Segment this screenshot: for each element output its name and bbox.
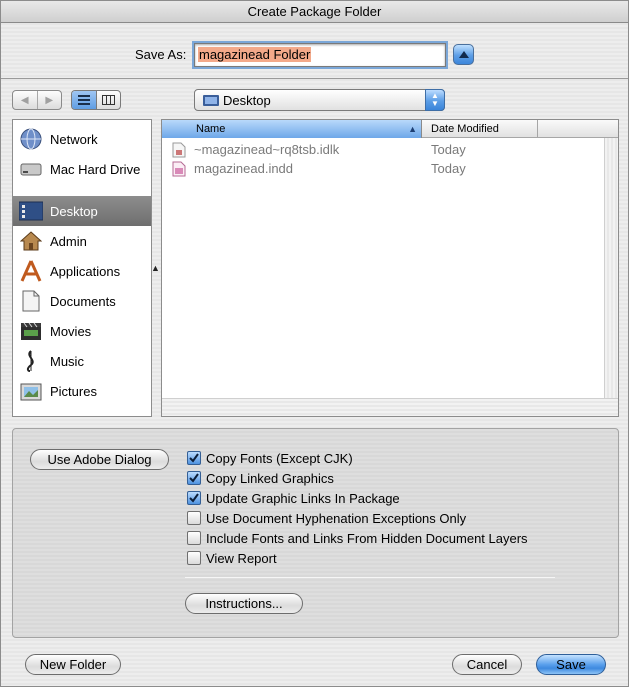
instructions-button[interactable]: Instructions... xyxy=(185,593,303,614)
file-name: magazinead.indd xyxy=(194,161,294,176)
sidebar-item-desktop[interactable]: Desktop xyxy=(13,196,151,226)
cancel-button[interactable]: Cancel xyxy=(452,654,522,675)
save-as-input[interactable]: magazinead Folder xyxy=(194,43,446,67)
sidebar-item-movies[interactable]: Movies xyxy=(13,316,151,346)
collapse-dialog-button[interactable] xyxy=(453,44,474,65)
desktop-folder-icon xyxy=(203,95,219,106)
checkbox-view-report[interactable]: View Report xyxy=(187,549,277,567)
network-globe-icon xyxy=(19,127,43,151)
list-view-button[interactable] xyxy=(72,91,96,109)
column-name-label: Name xyxy=(196,123,226,135)
checkbox-copy-fonts[interactable]: Copy Fonts (Except CJK) xyxy=(187,449,353,467)
sidebar-item-label: Desktop xyxy=(50,203,98,219)
column-view-button[interactable] xyxy=(95,91,121,109)
documents-icon xyxy=(19,289,43,313)
home-icon xyxy=(19,229,43,253)
sidebar-item-music[interactable]: Music xyxy=(13,346,151,376)
options-divider xyxy=(185,577,555,578)
package-options-panel: Use Adobe Dialog Copy Fonts (Except CJK)… xyxy=(12,428,619,638)
checkbox-label: Include Fonts and Links From Hidden Docu… xyxy=(206,530,528,546)
chevron-up-icon xyxy=(458,51,469,58)
sidebar-splitter-handle[interactable]: ▲ xyxy=(151,263,160,273)
checkbox-unchecked-icon xyxy=(187,551,201,565)
list-view-icon xyxy=(77,95,90,105)
column-header-date[interactable]: Date Modified xyxy=(431,120,499,138)
movies-icon xyxy=(19,319,43,343)
checkbox-label: Copy Fonts (Except CJK) xyxy=(206,450,353,466)
checkbox-checked-icon xyxy=(187,471,201,485)
location-label: Desktop xyxy=(223,92,271,108)
save-dialog-window: Create Package Folder Save As: magazinea… xyxy=(0,0,629,687)
new-folder-button[interactable]: New Folder xyxy=(25,654,121,675)
music-icon xyxy=(19,349,43,373)
sidebar: Network Mac Hard Drive Desktop Admin App… xyxy=(12,119,152,417)
sidebar-item-label: Applications xyxy=(50,263,121,279)
hard-drive-icon xyxy=(19,157,43,181)
file-list: Name ▲ Date Modified ~magazinead~rq8tsb.… xyxy=(161,119,619,417)
sidebar-item-label: Movies xyxy=(50,323,92,339)
checkbox-copy-linked-graphics[interactable]: Copy Linked Graphics xyxy=(187,469,334,487)
vertical-scrollbar[interactable] xyxy=(604,138,618,398)
checkbox-label: Use Document Hyphenation Exceptions Only xyxy=(206,510,467,526)
lock-file-icon xyxy=(172,142,186,157)
checkbox-label: Update Graphic Links In Package xyxy=(206,490,400,506)
checkbox-checked-icon xyxy=(187,451,201,465)
forward-button[interactable]: ▶ xyxy=(36,91,62,109)
sidebar-item-label: Network xyxy=(50,131,98,147)
checkbox-hyphenation-exceptions[interactable]: Use Document Hyphenation Exceptions Only xyxy=(187,509,466,527)
back-forward-buttons: ◀ ▶ xyxy=(12,90,62,110)
checkbox-checked-icon xyxy=(187,491,201,505)
sidebar-divider xyxy=(21,190,147,191)
checkbox-hidden-layers[interactable]: Include Fonts and Links From Hidden Docu… xyxy=(187,529,528,547)
use-adobe-dialog-button[interactable]: Use Adobe Dialog xyxy=(30,449,169,470)
desktop-icon xyxy=(19,199,43,223)
back-button[interactable]: ◀ xyxy=(13,91,37,109)
column-header: Name ▲ Date Modified xyxy=(162,120,618,138)
window-title: Create Package Folder xyxy=(1,1,628,23)
sidebar-item-label: Admin xyxy=(50,233,87,249)
sidebar-item-label: Pictures xyxy=(50,383,97,399)
file-date: Today xyxy=(431,142,466,157)
file-name: ~magazinead~rq8tsb.idlk xyxy=(194,142,340,157)
save-as-value: magazinead Folder xyxy=(198,47,312,62)
checkbox-unchecked-icon xyxy=(187,511,201,525)
sidebar-item-applications[interactable]: Applications xyxy=(13,256,151,286)
sidebar-item-documents[interactable]: Documents xyxy=(13,286,151,316)
sidebar-item-pictures[interactable]: Pictures xyxy=(13,376,151,406)
back-arrow-icon: ◀ xyxy=(20,94,29,106)
column-view-icon xyxy=(101,95,115,105)
sidebar-item-label: Documents xyxy=(50,293,116,309)
save-as-label: Save As: xyxy=(135,47,187,62)
checkbox-label: Copy Linked Graphics xyxy=(206,470,334,486)
horizontal-scrollbar[interactable] xyxy=(162,398,618,416)
sort-ascending-icon: ▲ xyxy=(408,124,417,134)
applications-icon xyxy=(19,259,43,283)
popup-arrows-icon: ▲ ▼ xyxy=(425,89,445,111)
save-as-row: Save As: magazinead Folder xyxy=(1,23,628,79)
view-mode-buttons xyxy=(71,90,121,110)
sidebar-item-mac-hard-drive[interactable]: Mac Hard Drive xyxy=(13,154,151,184)
sidebar-item-label: Mac Hard Drive xyxy=(50,161,141,177)
sidebar-item-network[interactable]: Network xyxy=(13,124,151,154)
column-divider xyxy=(537,120,538,138)
file-row[interactable]: ~magazinead~rq8tsb.idlk Today xyxy=(172,140,612,159)
file-row[interactable]: magazinead.indd Today xyxy=(172,159,612,178)
file-date: Today xyxy=(431,161,466,176)
column-header-name[interactable]: Name ▲ xyxy=(162,120,422,138)
pictures-icon xyxy=(19,379,43,403)
checkbox-update-graphic-links[interactable]: Update Graphic Links In Package xyxy=(187,489,400,507)
sidebar-item-label: Music xyxy=(50,353,84,369)
save-button[interactable]: Save xyxy=(536,654,606,675)
checkbox-unchecked-icon xyxy=(187,531,201,545)
location-popup[interactable]: Desktop ▲ ▼ xyxy=(194,89,445,111)
checkbox-label: View Report xyxy=(206,550,277,566)
forward-arrow-icon: ▶ xyxy=(45,94,54,106)
sidebar-item-admin[interactable]: Admin xyxy=(13,226,151,256)
indesign-document-icon xyxy=(172,161,186,176)
